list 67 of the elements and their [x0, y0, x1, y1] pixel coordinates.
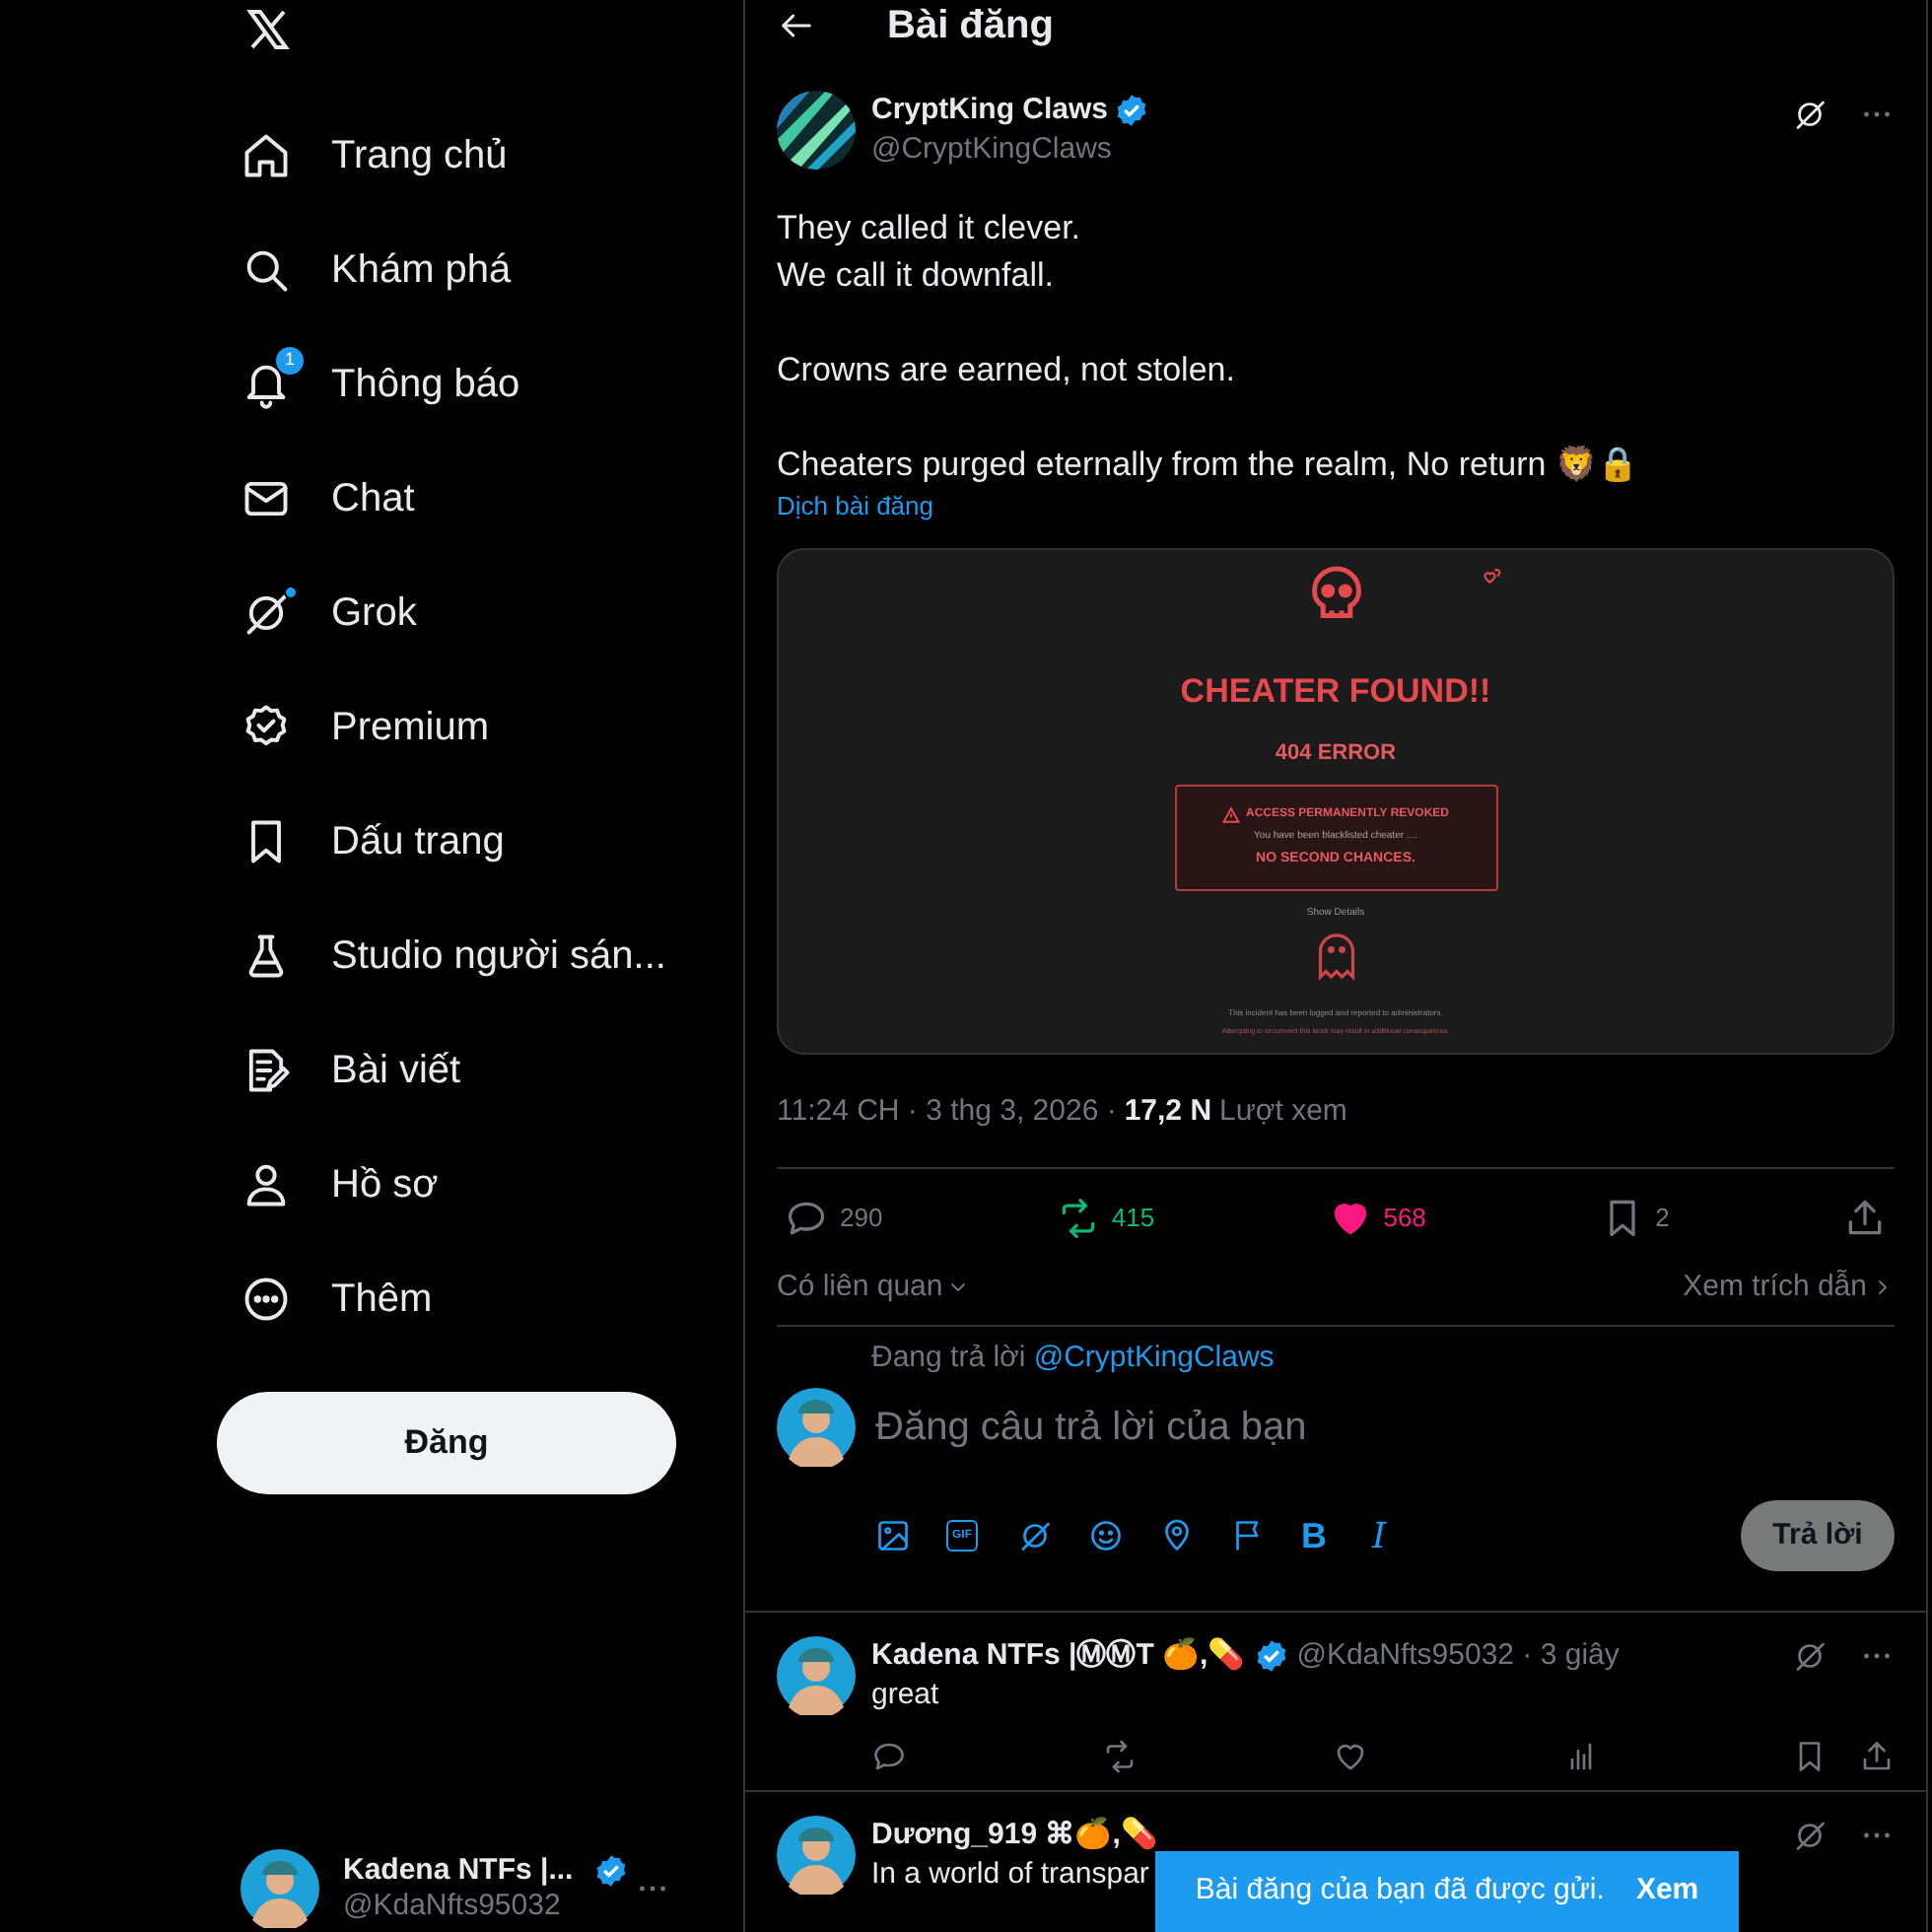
warning-icon: [1221, 805, 1240, 823]
avatar: [777, 1816, 856, 1895]
like-button[interactable]: 568: [1328, 1196, 1426, 1239]
speech-bubble-icon: [871, 1739, 907, 1774]
bold-button[interactable]: B: [1301, 1509, 1327, 1562]
reply-button[interactable]: 290: [785, 1196, 883, 1239]
slashed-circle-icon: [1792, 1818, 1828, 1853]
nav-item[interactable]: Premium: [217, 670, 674, 785]
slashed-circle-icon: [1792, 97, 1828, 132]
avatar: [777, 1388, 856, 1467]
view-count: 17,2 N: [1124, 1092, 1212, 1132]
views-label: Lượt xem: [1219, 1092, 1347, 1132]
nav-item[interactable]: Hồ sơ: [217, 1128, 674, 1242]
replying-to-text: Đang trả lời: [871, 1340, 1028, 1373]
post-button[interactable]: Đăng: [217, 1392, 676, 1494]
account-name: Kadena NTFs |...: [343, 1853, 574, 1889]
author-handle[interactable]: @CryptKingClaws: [871, 130, 1150, 170]
avatar: [777, 1636, 856, 1715]
repost-icon: [1102, 1739, 1138, 1774]
repost-button[interactable]: 415: [1056, 1196, 1155, 1239]
smiley-icon: [1088, 1518, 1124, 1553]
nav-item[interactable]: Khám phá: [217, 213, 674, 327]
mention-link[interactable]: @CryptKingClaws: [1033, 1340, 1275, 1373]
related-dropdown[interactable]: Có liên quan: [777, 1265, 971, 1310]
home-icon: [241, 130, 292, 181]
translate-link[interactable]: Dịch bài đăng: [777, 489, 1895, 524]
post-timestamp[interactable]: 11:24 CH · 3 thg 3, 2026 ·: [777, 1090, 1117, 1135]
author-name[interactable]: CryptKing Claws: [871, 91, 1109, 130]
page-title: Bài đăng: [887, 2, 1054, 51]
italic-button[interactable]: I: [1372, 1509, 1387, 1562]
verified-badge-icon: [592, 1853, 629, 1889]
slashed-circle-icon: [1017, 1518, 1053, 1553]
more-icon: [241, 1274, 292, 1325]
avatar: [241, 1849, 319, 1928]
view-quotes-link[interactable]: Xem trích dẫn: [1683, 1265, 1895, 1310]
account-handle: @KdaNfts95032: [343, 1889, 563, 1924]
image-title: CHEATER FOUND!!: [1180, 670, 1491, 714]
reply-text: great: [871, 1676, 939, 1715]
reply-author[interactable]: Dương_919 ⌘🍊,💊: [871, 1816, 1158, 1855]
heart-icon: [1333, 1739, 1368, 1774]
reply-text: In a world of transpar: [871, 1855, 1149, 1895]
nav-item[interactable]: Chat: [217, 442, 674, 556]
verified-badge-icon: [1114, 93, 1150, 128]
nav-item[interactable]: Bài viết: [217, 1013, 674, 1128]
nav-item[interactable]: Thêm: [217, 1242, 674, 1356]
nav-item[interactable]: 1 Thông báo: [217, 327, 674, 442]
hearts-icon: [1483, 566, 1502, 586]
image-icon: [875, 1518, 911, 1553]
image-subtitle: 404 ERROR: [1275, 738, 1397, 768]
reply-button[interactable]: Trả lời: [1741, 1500, 1895, 1571]
nav-item[interactable]: Studio người sán...: [217, 899, 674, 1013]
reply-handle[interactable]: @KdaNfts95032 · 3 giây: [1296, 1636, 1620, 1676]
nav-item[interactable]: Grok: [217, 556, 674, 670]
slashed-circle-icon: [1792, 1638, 1828, 1674]
share-icon: [1859, 1739, 1895, 1774]
verified-badge-icon: [1253, 1638, 1289, 1674]
bookmark-button[interactable]: 2: [1600, 1196, 1670, 1239]
ghost-icon: [1314, 928, 1357, 981]
toast-message: Bài đăng của bạn đã được gửi.: [1195, 1871, 1605, 1911]
post-text: They called it clever. We call it downfall. Crowns are earned, not stolen. Cheaters purged eternally from the realm, No return 🦁🔒: [777, 207, 1640, 487]
x-logo-icon[interactable]: [242, 6, 294, 53]
nav-item[interactable]: Trang chủ: [217, 99, 674, 213]
notification-badge: 1: [276, 347, 304, 375]
reply-author[interactable]: Kadena NTFs |ⓂⓂT 🍊,💊: [871, 1636, 1246, 1676]
location-pin-icon: [1159, 1518, 1195, 1553]
reply-input[interactable]: Đăng câu trả lời của bạn: [875, 1398, 1895, 1457]
nav-item[interactable]: Dấu trang: [217, 785, 674, 899]
